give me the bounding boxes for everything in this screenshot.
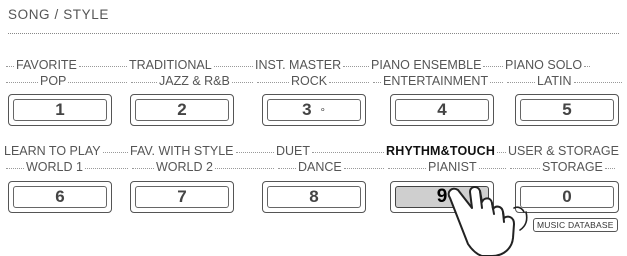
- row1-keys: 1 2 3 ∘ 4 5: [0, 94, 627, 130]
- key-0-button[interactable]: 0: [515, 181, 619, 213]
- category-label-fav-with-style: FAV. WITH STYLE: [130, 143, 276, 159]
- key-6-button[interactable]: 6: [8, 181, 112, 213]
- category-label-dance: DANCE: [276, 159, 386, 175]
- section-title: SONG / STYLE: [8, 7, 109, 22]
- key-1-button[interactable]: 1: [8, 94, 112, 126]
- category-label-world-1: WORLD 1: [4, 159, 130, 175]
- row1-top-labels: FAVORITE TRADITIONAL INST. MASTER PIANO …: [4, 57, 624, 73]
- category-label-latin: LATIN: [505, 73, 624, 89]
- row1-bottom-labels: POP JAZZ & R&B ROCK ENTERTAINMENT LATIN: [4, 73, 624, 89]
- category-label-entertainment: ENTERTAINMENT: [371, 73, 505, 89]
- category-label-jazz-rnb: JAZZ & R&B: [129, 73, 255, 89]
- row2-keys: 6 7 8 9 0: [0, 181, 627, 217]
- category-label-duet: DUET: [276, 143, 386, 159]
- category-label-inst-master: INST. MASTER: [255, 57, 371, 73]
- key-3-number: 3: [302, 100, 312, 119]
- key-4-button[interactable]: 4: [390, 94, 494, 126]
- key-2-button[interactable]: 2: [130, 94, 234, 126]
- category-label-rock: ROCK: [255, 73, 371, 89]
- key-5-button[interactable]: 5: [515, 94, 619, 126]
- key-7-button[interactable]: 7: [130, 181, 234, 213]
- category-label-piano-ensemble: PIANO ENSEMBLE: [371, 57, 505, 73]
- divider: [8, 33, 619, 34]
- category-label-piano-solo: PIANO SOLO: [505, 57, 624, 73]
- key-3-button[interactable]: 3 ∘: [262, 94, 366, 126]
- category-label-learn-to-play: LEARN TO PLAY: [4, 143, 130, 159]
- category-label-pop: POP: [4, 73, 129, 89]
- row2-top-labels: LEARN TO PLAY FAV. WITH STYLE DUET RHYTH…: [4, 143, 624, 159]
- pressing-finger-hand-icon: [447, 186, 528, 256]
- row2-bottom-labels: WORLD 1 WORLD 2 DANCE PIANIST STORAGE: [4, 159, 624, 175]
- music-database-label: MUSIC DATABASE: [533, 218, 618, 232]
- category-label-traditional: TRADITIONAL: [129, 57, 255, 73]
- category-label-rhythm-touch: RHYTHM&TOUCH: [386, 143, 508, 159]
- category-label-user-storage: USER & STORAGE: [508, 144, 619, 158]
- key-8-button[interactable]: 8: [262, 181, 366, 213]
- category-label-favorite: FAVORITE: [4, 57, 129, 73]
- category-label-world-2: WORLD 2: [130, 159, 276, 175]
- key-3-indicator: ∘: [319, 104, 326, 116]
